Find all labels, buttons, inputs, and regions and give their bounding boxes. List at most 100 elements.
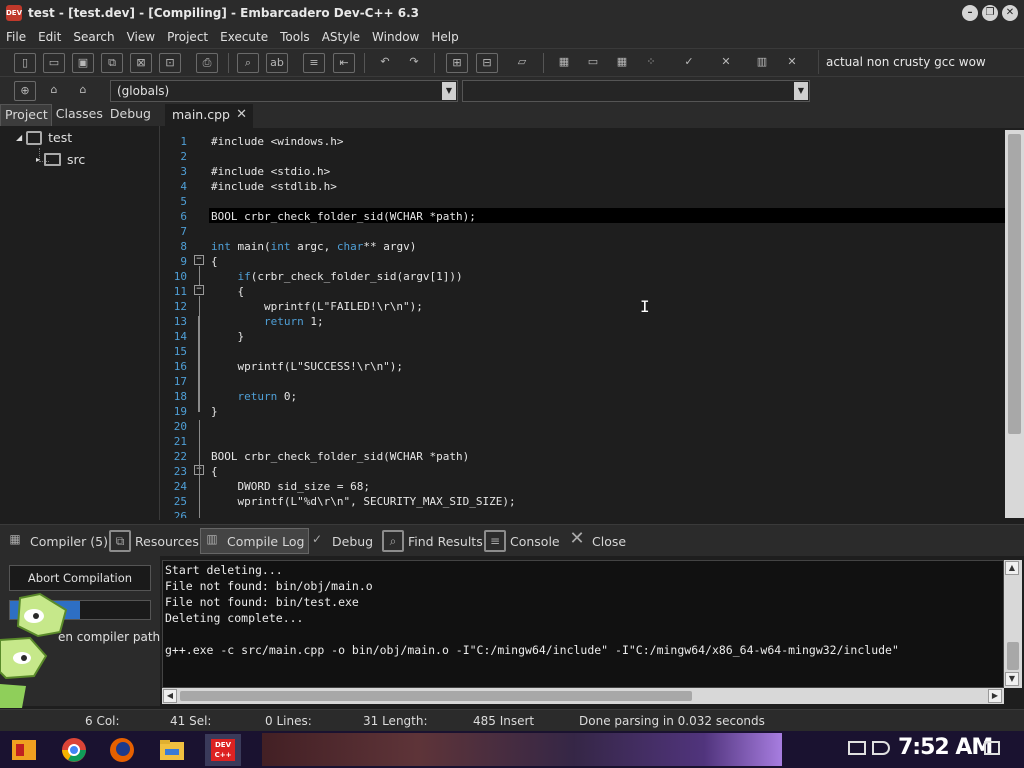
menu-help[interactable]: Help [425, 30, 464, 44]
menu-edit[interactable]: Edit [32, 30, 67, 44]
status-line: 6 Col: [85, 714, 120, 728]
replace-icon[interactable]: ab [266, 53, 288, 73]
log-line: File not found: bin/test.exe [165, 595, 359, 609]
undo-icon[interactable]: ↶ [374, 53, 396, 73]
new-project-icon[interactable]: ⊞ [446, 53, 468, 73]
bar-chart-icon: ▥ [206, 532, 218, 546]
compile-icon[interactable]: ▦ [553, 53, 575, 73]
chevron-down-icon[interactable]: ▼ [794, 82, 808, 100]
project-options-icon[interactable]: ▱ [511, 53, 533, 73]
firefox-icon[interactable] [106, 734, 138, 766]
notifications-icon[interactable] [984, 741, 1000, 755]
check-syntax-icon[interactable]: ✓ [678, 53, 700, 73]
devcpp-app-icon[interactable]: DEV [6, 5, 22, 21]
close-all-icon[interactable]: ⊡ [159, 53, 181, 73]
log-vertical-scrollbar[interactable]: ▲ ▼ [1004, 560, 1022, 688]
close-tab-icon[interactable]: ✕ [236, 104, 247, 126]
tab-close-label: Close [592, 533, 627, 549]
menu-file[interactable]: File [0, 30, 32, 44]
menu-tools[interactable]: Tools [274, 30, 316, 44]
network-icon[interactable] [848, 741, 866, 755]
close-file-icon[interactable]: ⊠ [130, 53, 152, 73]
volume-icon[interactable] [872, 741, 890, 755]
restore-icon[interactable]: ❐ [982, 5, 998, 21]
bookmark-icon[interactable]: ⌂ [43, 81, 65, 101]
save-all-icon[interactable]: ⧉ [101, 53, 123, 73]
log-horizontal-scrollbar[interactable]: ◀ ▶ [162, 688, 1004, 704]
minimize-icon[interactable]: – [962, 5, 978, 21]
scroll-up-icon[interactable]: ▲ [1005, 561, 1019, 575]
profile-icon[interactable]: ▥ [751, 53, 773, 73]
menu-window[interactable]: Window [366, 30, 425, 44]
tab-project[interactable]: Project [0, 104, 52, 126]
member-select[interactable]: ▼ [462, 80, 810, 102]
goto-bookmark-icon[interactable]: ⌂ [72, 81, 94, 101]
tab-classes[interactable]: Classes [52, 104, 106, 126]
open-folder-icon[interactable]: ▭ [43, 53, 65, 73]
print-icon[interactable]: ⎙ [196, 53, 218, 73]
line-number: 26 [173, 510, 187, 518]
fold-toggle-icon[interactable]: − [194, 285, 204, 295]
compiler-path-label: en compiler path [58, 630, 161, 644]
indent-icon[interactable]: ≡ [303, 53, 325, 73]
code-line: } [211, 330, 245, 343]
line-number: 22 [173, 450, 187, 463]
file-explorer-icon[interactable] [156, 734, 188, 766]
editor-scroll-thumb[interactable] [1008, 134, 1021, 434]
menu-execute[interactable]: Execute [214, 30, 274, 44]
start-button-icon[interactable] [8, 734, 40, 766]
compiler-set-select[interactable]: actual non crusty gcc wow [818, 50, 1022, 74]
save-icon[interactable]: ▣ [72, 53, 94, 73]
menu-view[interactable]: View [121, 30, 161, 44]
menu-search[interactable]: Search [67, 30, 120, 44]
tree-node-project[interactable]: ◢ test [16, 130, 72, 145]
collapse-arrow-icon[interactable]: ▸ [36, 155, 40, 164]
chevron-down-icon[interactable]: ▼ [442, 82, 456, 100]
tab-main-cpp[interactable]: main.cpp ✕ [165, 104, 253, 128]
tab-close[interactable]: ✕ Close [566, 528, 626, 554]
tab-debug-bottom[interactable]: ✓ Debug [306, 528, 373, 554]
fold-toggle-icon[interactable]: − [194, 255, 204, 265]
scope-select[interactable]: (globals) ▼ [110, 80, 458, 102]
code-line: { [211, 255, 218, 268]
goto-function-icon[interactable]: ⊕ [14, 81, 36, 101]
menu-project[interactable]: Project [161, 30, 214, 44]
stop-execution-icon[interactable]: ✕ [715, 53, 737, 73]
compile-log-output[interactable]: Start deleting... File not found: bin/obj… [162, 560, 1004, 688]
remove-project-icon[interactable]: ⊟ [476, 53, 498, 73]
compile-run-icon[interactable]: ▦ [611, 53, 633, 73]
chrome-icon[interactable] [58, 734, 90, 766]
tab-compile-log[interactable]: ▥ Compile Log [200, 528, 310, 554]
abort-compilation-button[interactable]: Abort Compilation [9, 565, 151, 591]
new-file-icon[interactable]: ▯ [14, 53, 36, 73]
taskbar-wallpaper-decoration [262, 733, 782, 766]
code-editor[interactable]: 1 2 3 4 5 6 7 8 9 10 11 12 13 14 15 16 17 18 19 20 21 22 23 24 2… [165, 130, 1005, 518]
tab-find-results[interactable]: ⌕ Find Results [382, 528, 483, 554]
tab-console[interactable]: ≡ Console [484, 528, 560, 554]
scroll-down-icon[interactable]: ▼ [1005, 672, 1019, 686]
tab-resources[interactable]: ⧉ Resources [109, 528, 199, 554]
editor-scrollbar[interactable] [1005, 130, 1024, 518]
delete-profile-icon[interactable]: ✕ [781, 53, 803, 73]
find-icon[interactable]: ⌕ [237, 53, 259, 73]
tree-node-src[interactable]: ▸ src [36, 152, 85, 167]
redo-icon[interactable]: ↷ [403, 53, 425, 73]
tab-debug[interactable]: Debug [106, 104, 154, 126]
code-line: { [211, 285, 245, 298]
close-window-icon[interactable]: ✕ [1002, 5, 1018, 21]
scroll-left-icon[interactable]: ◀ [163, 689, 177, 703]
devcpp-taskbar-icon[interactable]: DEV C++ [205, 734, 241, 766]
log-hscroll-thumb[interactable] [180, 691, 692, 701]
status-message: Done parsing in 0.032 seconds [579, 714, 765, 728]
run-icon[interactable]: ▭ [582, 53, 604, 73]
rebuild-icon[interactable]: ⁘ [640, 53, 662, 73]
scroll-right-icon[interactable]: ▶ [988, 689, 1002, 703]
menu-astyle[interactable]: AStyle [316, 30, 366, 44]
editor-tabs: main.cpp ✕ [165, 104, 1024, 128]
expand-arrow-icon[interactable]: ◢ [16, 133, 22, 142]
log-vscroll-thumb[interactable] [1007, 642, 1019, 670]
unindent-icon[interactable]: ⇤ [333, 53, 355, 73]
taskbar-clock[interactable]: 7:52 AM [898, 735, 993, 760]
tab-compiler[interactable]: ▦ Compiler (5) [4, 528, 108, 554]
left-panel-tabs: Project Classes Debug [0, 104, 165, 126]
